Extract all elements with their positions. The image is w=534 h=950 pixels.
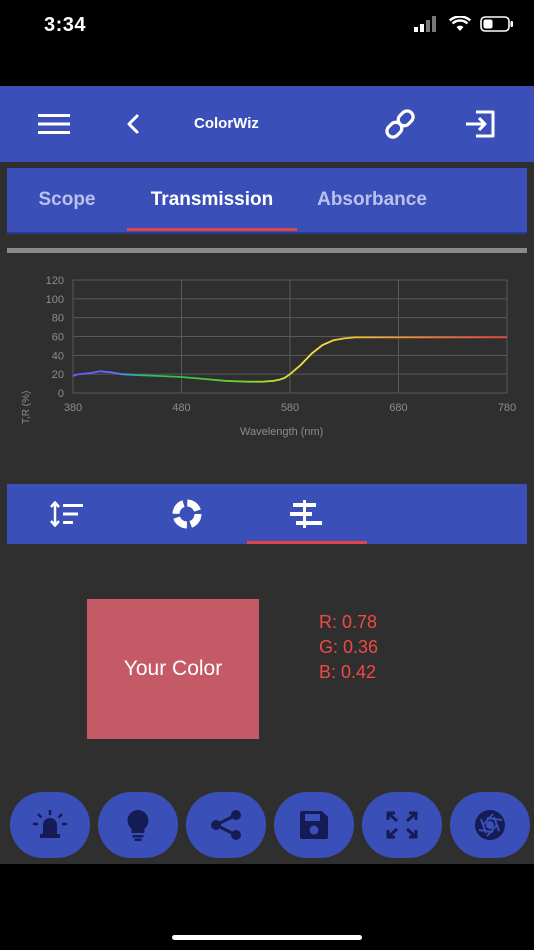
import-icon: [466, 110, 495, 138]
tabs-bottom-line: [7, 232, 527, 234]
rgb-blue: B: 0.42: [319, 662, 377, 682]
menu-icon: [38, 114, 70, 134]
aperture-icon: [475, 810, 505, 840]
y-axis-label: T,R (%): [21, 391, 32, 424]
back-button[interactable]: [109, 100, 157, 148]
y-tick-label: 80: [52, 313, 64, 325]
y-tick-label: 20: [52, 369, 64, 381]
status-bar: 3:34: [0, 0, 534, 56]
app-screen: ColorWiz Scope Transmission Absorbance 0…: [0, 86, 534, 864]
rgb-green: G: 0.36: [319, 637, 379, 657]
divider: [7, 248, 527, 253]
x-tick-label: 380: [64, 402, 82, 414]
sort-lines-icon: [50, 501, 83, 527]
y-tick-label: 100: [46, 294, 64, 306]
tab-indicator: [127, 228, 297, 231]
x-axis-label: Wavelength (nm): [240, 426, 323, 438]
y-tick-label: 60: [52, 332, 64, 344]
wifi-icon: [449, 16, 471, 31]
light-button[interactable]: [10, 792, 90, 858]
subtab-sort[interactable]: [7, 484, 127, 544]
app-bar: ColorWiz: [0, 86, 534, 162]
main-tabs: Scope Transmission Absorbance: [7, 168, 527, 232]
tab-transmission[interactable]: Transmission: [127, 168, 297, 232]
bulb-icon: [127, 810, 149, 841]
light-icon: [33, 810, 67, 838]
share-button[interactable]: [186, 792, 266, 858]
y-tick-label: 120: [46, 275, 64, 287]
x-tick-labels: 380 480 580 680 780: [64, 402, 516, 414]
chevron-left-icon: [127, 114, 139, 134]
save-button[interactable]: [274, 792, 354, 858]
import-button[interactable]: [456, 100, 504, 148]
menu-button[interactable]: [30, 100, 78, 148]
x-tick-label: 580: [281, 402, 299, 414]
rgb-red: R: 0.78: [319, 612, 378, 632]
subtab-indicator: [247, 541, 367, 544]
subtab-align[interactable]: [247, 484, 367, 544]
transmission-chart: 0 20 40 60 80 100 120 380 480 580 680 780 Waveleng…: [21, 275, 516, 438]
status-icons: [414, 16, 514, 32]
link-icon: [385, 109, 415, 139]
x-tick-label: 680: [389, 402, 407, 414]
y-tick-label: 0: [58, 388, 64, 400]
aperture-button[interactable]: [450, 792, 530, 858]
battery-icon: [480, 16, 513, 32]
color-wheel-icon: [172, 499, 202, 529]
expand-button[interactable]: [362, 792, 442, 858]
rgb-values: R: 0.78 G: 0.36 B: 0.42: [319, 610, 378, 685]
y-tick-label: 40: [52, 350, 64, 362]
x-tick-label: 780: [498, 402, 516, 414]
x-tick-label: 480: [172, 402, 190, 414]
align-bars-icon: [290, 500, 322, 528]
save-icon: [300, 811, 328, 839]
app-title: ColorWiz: [194, 115, 259, 132]
tab-scope[interactable]: Scope: [7, 168, 127, 232]
swatch-label: Your Color: [123, 657, 223, 680]
share-icon: [211, 810, 241, 840]
action-bar: [0, 792, 534, 858]
expand-icon: [386, 811, 418, 839]
home-indicator[interactable]: [172, 935, 362, 940]
color-swatch: Your Color: [87, 599, 259, 739]
subtab-color-wheel[interactable]: [127, 484, 247, 544]
status-time: 3:34: [44, 14, 87, 36]
bulb-button[interactable]: [98, 792, 178, 858]
y-tick-labels: 0 20 40 60 80 100 120: [46, 275, 64, 400]
tab-absorbance[interactable]: Absorbance: [297, 168, 447, 232]
signal-icon: [414, 16, 436, 32]
link-button[interactable]: [376, 100, 424, 148]
sub-tabs: [7, 484, 527, 544]
